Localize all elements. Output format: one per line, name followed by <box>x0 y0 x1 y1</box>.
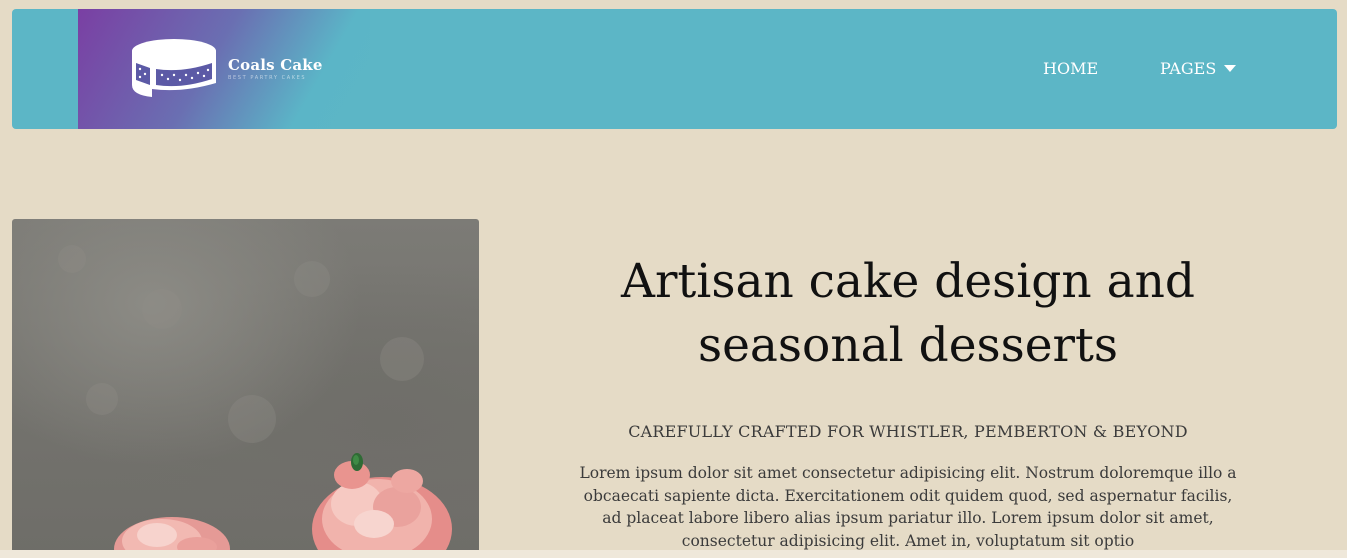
nav-home-label: HOME <box>1043 59 1099 78</box>
nav-home-link[interactable]: HOME <box>1043 59 1098 78</box>
peony-flowers-image <box>58 245 452 558</box>
brand-logo[interactable]: Coals Cake BEST PARTRY CAKES <box>78 9 370 129</box>
brand-tagline: BEST PARTRY CAKES <box>228 75 307 81</box>
brand-name: Coals Cake <box>228 56 323 74</box>
top-navbar: Coals Cake BEST PARTRY CAKES HOME PAGES <box>12 9 1337 129</box>
viewport-bottom-edge <box>0 550 1347 558</box>
hero-title: Artisan cake design and seasonal dessert… <box>621 254 1195 373</box>
caret-down-icon <box>1224 65 1237 72</box>
nav-pages-dropdown[interactable]: PAGES <box>1160 59 1237 78</box>
cake-logo-icon <box>132 39 216 97</box>
hero-cake-photo <box>12 219 479 558</box>
hero-body-text: Lorem ipsum dolor sit amet consectetur a… <box>579 464 1237 550</box>
nav-pages-label: PAGES <box>1160 59 1217 78</box>
hero-subtitle: CAREFULLY CRAFTED FOR WHISTLER, PEMBERTO… <box>628 422 1188 441</box>
